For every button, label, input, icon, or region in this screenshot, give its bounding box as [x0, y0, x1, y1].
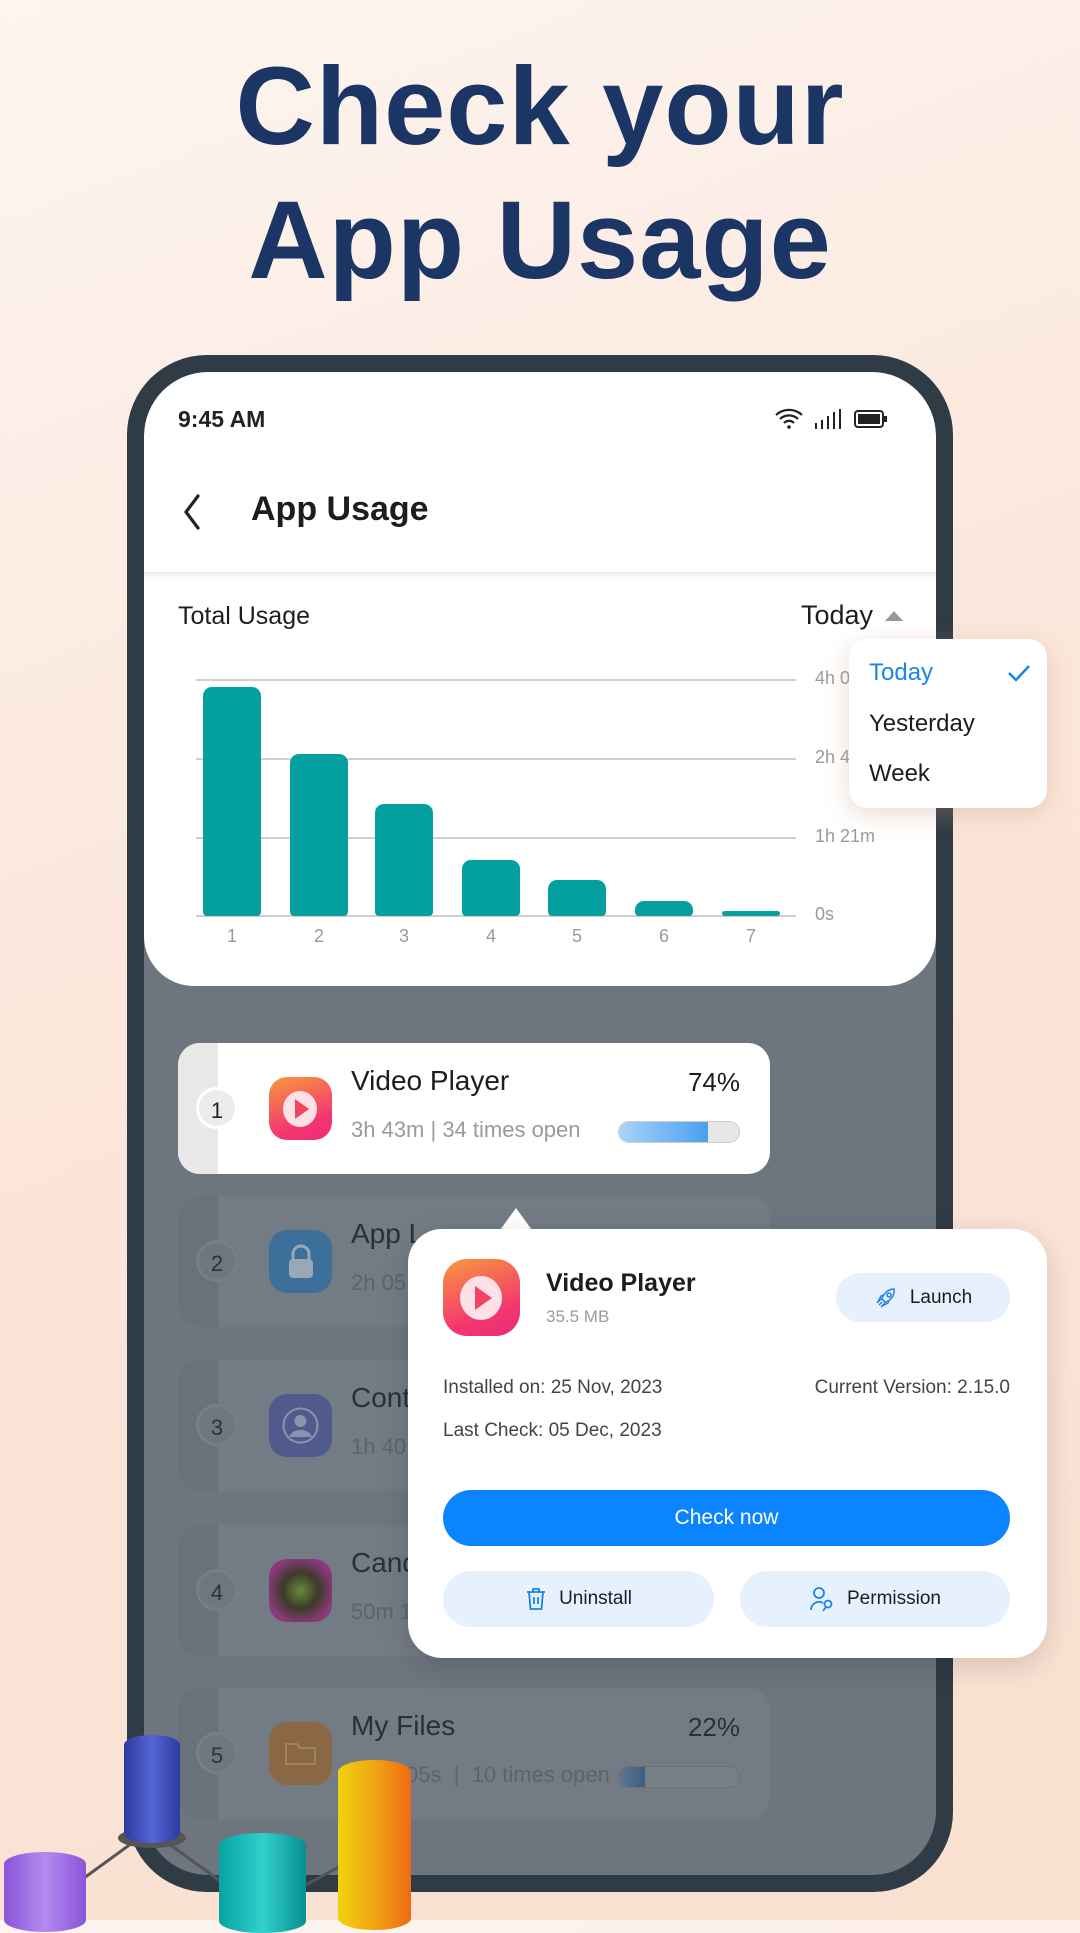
video-player-icon	[269, 1077, 332, 1140]
app-detail-popup: Video Player 35.5 MB Launch Installed on…	[408, 1229, 1047, 1658]
installed-date: Installed on: 25 Nov, 2023	[443, 1377, 663, 1398]
gridline	[196, 836, 796, 839]
trash-icon	[527, 1588, 546, 1610]
y-tick-label: 2h 4	[815, 747, 851, 768]
x-tick-label: 2	[313, 926, 324, 946]
y-tick-label: 1h 21m	[815, 825, 876, 846]
rank-badge: 2	[196, 1240, 238, 1282]
wifi-icon	[775, 408, 803, 429]
dropdown-option-today[interactable]: Today	[869, 659, 933, 687]
headline-line2: App Usage	[248, 179, 832, 302]
app-name: My Files	[351, 1710, 456, 1741]
period-value: Today	[801, 600, 874, 630]
app-usage-detail: 05s | 10 times open	[406, 1762, 610, 1787]
x-tick-label: 5	[571, 926, 582, 946]
check-icon	[1008, 665, 1030, 682]
bar-2[interactable]	[290, 754, 348, 916]
app-usage-detail: 1h 40	[351, 1434, 407, 1459]
bar-4[interactable]	[462, 859, 520, 916]
app-list-item[interactable]: 1 Video Player 3h 43m | 34 times open 74…	[178, 1043, 770, 1174]
app-list-item[interactable]: 5 My Files 05s | 10 times open 22%	[178, 1688, 770, 1819]
app-name: Video Player	[351, 1065, 510, 1096]
rank-badge: 4	[196, 1569, 238, 1611]
x-tick-label: 6	[658, 926, 669, 946]
rocket-icon	[876, 1287, 895, 1308]
popup-pointer	[500, 1208, 532, 1230]
blue-cylinder-decoration	[124, 1735, 180, 1843]
teal-cylinder-decoration	[219, 1833, 306, 1933]
gridline	[196, 758, 796, 761]
last-check-date: Last Check: 05 Dec, 2023	[443, 1420, 662, 1441]
period-dropdown: Today Yesterday Week	[849, 639, 1047, 808]
app-usage-detail: 50m 1	[351, 1599, 413, 1624]
uninstall-label: Uninstall	[559, 1588, 632, 1609]
uninstall-button[interactable]: Uninstall	[443, 1571, 714, 1627]
bar-6[interactable]	[635, 900, 693, 916]
x-tick-label: 1	[226, 926, 237, 946]
check-now-label: Check now	[674, 1506, 779, 1529]
popup-app-name: Video Player	[546, 1269, 696, 1297]
back-chevron-icon[interactable]	[180, 492, 204, 532]
popup-app-size: 35.5 MB	[546, 1307, 610, 1326]
app-name: Cont	[351, 1382, 411, 1413]
signal-icon	[815, 409, 841, 429]
usage-progress-bar	[618, 1121, 740, 1143]
y-tick-label: 4h 0	[815, 668, 851, 688]
total-usage-label: Total Usage	[178, 602, 311, 630]
check-now-button[interactable]: Check now	[443, 1490, 1010, 1546]
lock-icon	[269, 1230, 332, 1293]
page-title: App Usage	[251, 490, 429, 528]
usage-percent: 22%	[687, 1712, 740, 1742]
rank-badge: 3	[196, 1404, 238, 1446]
usage-percent: 74%	[687, 1067, 740, 1097]
app-usage-detail: 3h 43m | 34 times open	[351, 1117, 581, 1142]
period-selector[interactable]: Today	[801, 600, 904, 631]
launch-label: Launch	[909, 1286, 973, 1308]
x-tick-label: 7	[745, 926, 756, 946]
permission-label: Permission	[847, 1588, 941, 1609]
rank-badge: 5	[196, 1732, 238, 1774]
battery-icon	[854, 410, 887, 428]
contact-icon	[269, 1394, 332, 1457]
candy-game-icon	[269, 1559, 332, 1622]
folder-icon	[269, 1722, 332, 1785]
x-tick-label: 3	[398, 926, 409, 946]
current-version: Current Version: 2.15.0	[814, 1377, 1010, 1398]
status-time: 9:45 AM	[178, 406, 266, 432]
x-tick-label: 4	[485, 926, 496, 946]
caret-up-icon	[885, 610, 904, 621]
header-divider	[144, 572, 936, 578]
bar-3[interactable]	[375, 803, 433, 916]
bar-5[interactable]	[548, 880, 606, 916]
app-usage-detail: 2h 05	[351, 1270, 407, 1295]
permission-button[interactable]: Permission	[740, 1571, 1010, 1627]
bar-1[interactable]	[203, 686, 261, 916]
gridline	[196, 679, 796, 681]
dropdown-option-week[interactable]: Week	[869, 760, 930, 788]
dropdown-option-yesterday[interactable]: Yesterday	[869, 710, 975, 738]
yellow-cylinder-decoration	[338, 1760, 411, 1930]
usage-progress-bar	[618, 1766, 740, 1788]
y-tick-label: 0s	[815, 904, 835, 924]
video-player-icon	[443, 1259, 520, 1336]
bar-7[interactable]	[722, 911, 780, 916]
rank-badge: 1	[196, 1087, 238, 1129]
user-key-icon	[810, 1587, 833, 1612]
headline-line1: Check your	[235, 45, 845, 168]
purple-cylinder-decoration	[4, 1852, 86, 1932]
chart-card: 9:45 AM App Usage Total Usage Today 0s 1h…	[144, 372, 936, 986]
launch-button[interactable]: Launch	[836, 1273, 1010, 1322]
